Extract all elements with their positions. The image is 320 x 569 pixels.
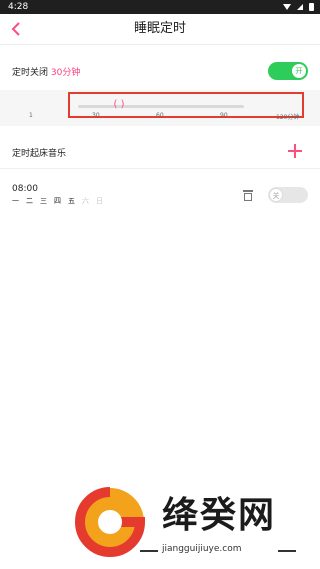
- trash-lid: [243, 190, 253, 192]
- watermark-divider: [140, 550, 158, 552]
- tick-label: 90: [220, 112, 228, 119]
- alarm-time: 08:00: [12, 184, 38, 194]
- timer-off-row: 定时关闭 30分钟 开: [0, 60, 320, 86]
- tick-label: 60: [156, 112, 164, 119]
- watermark-cn: 绛癸网: [162, 495, 277, 536]
- alarm-toggle[interactable]: 关: [268, 187, 308, 203]
- slider-track[interactable]: [78, 105, 244, 108]
- day-label: 六: [82, 197, 89, 205]
- trash-can: [244, 193, 252, 201]
- tick-label: 30: [92, 112, 100, 119]
- timer-off-label: 定时关闭 30分钟: [12, 65, 80, 78]
- tick-label: 120分钟: [276, 114, 300, 121]
- trash-icon[interactable]: [241, 188, 255, 202]
- watermark-domain: jiangguijiuye.com: [162, 544, 242, 554]
- status-time: 4:28: [8, 2, 29, 12]
- day-label: 二: [26, 197, 33, 205]
- app-header: 睡眠定时: [0, 14, 320, 45]
- wake-music-row: 定时起床音乐: [0, 138, 320, 169]
- status-icons: [283, 0, 314, 14]
- wake-music-label: 定时起床音乐: [12, 149, 67, 159]
- watermark-divider: [278, 550, 296, 552]
- watermark-logo: [75, 487, 146, 557]
- day-label: 日: [96, 197, 103, 205]
- timer-off-value: 30分钟: [50, 68, 81, 78]
- alarm-item[interactable]: 08:00 一 二 三 四 五 六 日 关: [0, 180, 320, 214]
- toggle-knob: 开: [292, 64, 306, 78]
- add-music-icon[interactable]: [286, 142, 304, 160]
- watermark: 绛癸网 jiangguijiuye.com: [70, 480, 310, 565]
- status-bar: 4:28: [0, 0, 320, 14]
- alarm-days: 一 二 三 四 五 六 日: [12, 196, 103, 206]
- timer-off-toggle[interactable]: 开: [268, 62, 308, 80]
- timer-off-prefix: 定时关闭: [12, 68, 51, 78]
- battery-icon: [309, 3, 314, 11]
- day-label: 五: [68, 197, 75, 205]
- page-title: 睡眠定时: [133, 21, 186, 36]
- day-label: 一: [12, 197, 19, 205]
- slider-ticks: 1 30 60 90 120分钟: [0, 110, 320, 122]
- day-label: 三: [40, 197, 47, 205]
- tick-label: 1: [29, 112, 33, 119]
- signal-icon: [297, 4, 303, 10]
- day-label: 四: [54, 197, 61, 205]
- toggle-knob: 关: [269, 188, 283, 202]
- wifi-icon: [283, 4, 291, 10]
